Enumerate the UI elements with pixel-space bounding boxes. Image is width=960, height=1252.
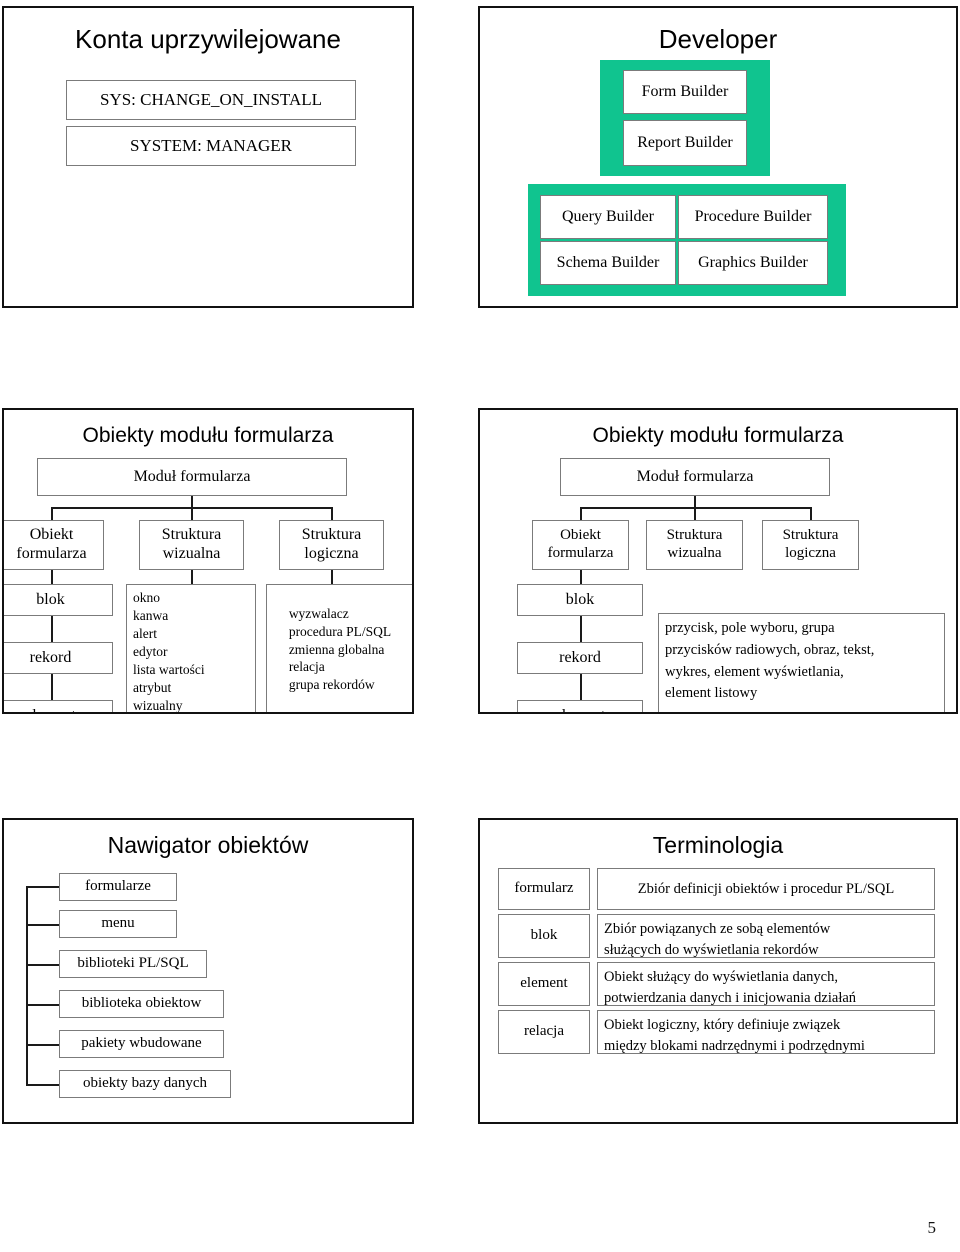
developer-tool-graphics-builder: Graphics Builder: [678, 241, 828, 285]
connector-object-down: [51, 570, 53, 584]
page-title: Terminologia: [652, 832, 784, 858]
connector-rekord-element: [51, 674, 53, 700]
connector-branch-1: [580, 507, 582, 520]
connector-blok-rekord: [580, 616, 582, 642]
page-title: Obiekty modułu formularza: [82, 424, 334, 447]
navigator-item-menu: menu: [59, 910, 177, 938]
node-logical-structure-line2: logiczna: [304, 545, 359, 562]
navigator-item-database-objects: obiekty bazy danych: [59, 1070, 231, 1098]
node-object-form-line2: formularza: [547, 545, 614, 561]
slide-form-module-objects-elements: Obiekty modułu formularza Moduł formular…: [478, 408, 958, 714]
connector-rekord-element: [580, 674, 582, 700]
node-element: element: [517, 700, 643, 712]
navigator-branch-6: [26, 1084, 60, 1086]
list-element-types: przycisk, pole wyboru, grupa przycisków …: [658, 613, 945, 712]
node-visual-structure: Struktura wizualna: [139, 520, 244, 570]
node-object-form-line1: Obiekt: [560, 527, 601, 544]
node-visual-structure-line2: wizualna: [162, 545, 221, 562]
page-title: Obiekty modułu formularza: [592, 424, 844, 447]
developer-tool-report-builder: Report Builder: [623, 120, 747, 166]
node-visual-structure-line2: wizualna: [667, 545, 722, 561]
node-rekord: rekord: [4, 642, 113, 674]
navigator-branch-5: [26, 1044, 60, 1046]
account-box-sys: SYS: CHANGE_ON_INSTALL: [66, 80, 356, 120]
slide-privileged-accounts: Konta uprzywilejowane SYS: CHANGE_ON_INS…: [2, 6, 414, 308]
connector-branch-2: [694, 507, 696, 520]
connector-branch-2: [191, 507, 193, 520]
node-logical-structure-line1: Struktura: [782, 527, 839, 544]
page-number: 5: [927, 1218, 937, 1237]
terminology-term: blok: [498, 914, 590, 958]
terminology-term: formularz: [498, 868, 590, 910]
terminology-definition: Zbiór definicji obiektów i procedur PL/S…: [597, 868, 935, 910]
node-object-form: Obiekt formularza: [4, 520, 104, 570]
terminology-term: relacja: [498, 1010, 590, 1054]
page-title: Nawigator obiektów: [107, 832, 309, 858]
node-blok: blok: [4, 584, 113, 616]
developer-tool-query-builder: Query Builder: [540, 195, 676, 239]
navigator-branch-4: [26, 1004, 60, 1006]
developer-tool-procedure-builder: Procedure Builder: [678, 195, 828, 239]
list-visual-structure: okno kanwa alert edytor lista wartości a…: [126, 584, 256, 712]
page-title: Developer: [658, 24, 778, 54]
terminology-definition: Zbiór powiązanych ze sobą elementów służ…: [597, 914, 935, 958]
page-title: Konta uprzywilejowane: [75, 24, 341, 54]
connector-object-down: [580, 570, 582, 584]
account-box-system: SYSTEM: MANAGER: [66, 126, 356, 166]
node-form-module: Moduł formularza: [560, 458, 830, 496]
node-logical-structure: Struktura logiczna: [762, 520, 859, 570]
connector-branch-3: [331, 507, 333, 520]
slide-object-navigator: Nawigator obiektów formularze menu bibli…: [2, 818, 414, 1124]
node-logical-structure-line1: Struktura: [301, 526, 362, 544]
developer-tool-schema-builder: Schema Builder: [540, 241, 676, 285]
navigator-branch-2: [26, 924, 60, 926]
node-object-form: Obiekt formularza: [532, 520, 629, 570]
slide-handout-page: Konta uprzywilejowane SYS: CHANGE_ON_INS…: [0, 0, 960, 1252]
navigator-branch-1: [26, 886, 60, 888]
terminology-term: element: [498, 962, 590, 1006]
navigator-item-pl-sql-libraries: biblioteki PL/SQL: [59, 950, 207, 978]
node-visual-structure-line1: Struktura: [666, 527, 723, 544]
node-visual-structure-line1: Struktura: [161, 526, 222, 544]
node-blok: blok: [517, 584, 643, 616]
developer-tool-form-builder: Form Builder: [623, 70, 747, 114]
connector-branch-1: [51, 507, 53, 520]
navigator-item-forms: formularze: [59, 873, 177, 901]
connector-branch-bus: [580, 507, 811, 509]
node-rekord: rekord: [517, 642, 643, 674]
slide-terminology: Terminologia formularz Zbiór definicji o…: [478, 818, 958, 1124]
navigator-branch-3: [26, 964, 60, 966]
list-logical-structure: wyzwalacz procedura PL/SQL zmienna globa…: [266, 584, 412, 712]
slide-developer: Developer Form Builder Report Builder Qu…: [478, 6, 958, 308]
connector-visual-down: [191, 570, 193, 584]
node-element: element: [4, 700, 113, 712]
connector-logical-down: [331, 570, 333, 584]
navigator-tree-spine: [26, 886, 28, 1084]
navigator-item-builtin-packages: pakiety wbudowane: [59, 1030, 224, 1058]
terminology-definition: Obiekt logiczny, który definiuje związek…: [597, 1010, 935, 1054]
node-visual-structure: Struktura wizualna: [646, 520, 743, 570]
slide-form-module-objects-full: Obiekty modułu formularza Moduł formular…: [2, 408, 414, 714]
node-form-module: Moduł formularza: [37, 458, 347, 496]
connector-blok-rekord: [51, 616, 53, 642]
connector-branch-3: [810, 507, 812, 520]
node-object-form-line2: formularza: [16, 545, 87, 562]
node-object-form-line1: Obiekt: [29, 526, 74, 544]
navigator-item-object-library: biblioteka obiektow: [59, 990, 224, 1018]
node-logical-structure-line2: logiczna: [785, 545, 836, 561]
node-logical-structure: Struktura logiczna: [279, 520, 384, 570]
terminology-definition: Obiekt służący do wyświetlania danych, p…: [597, 962, 935, 1006]
